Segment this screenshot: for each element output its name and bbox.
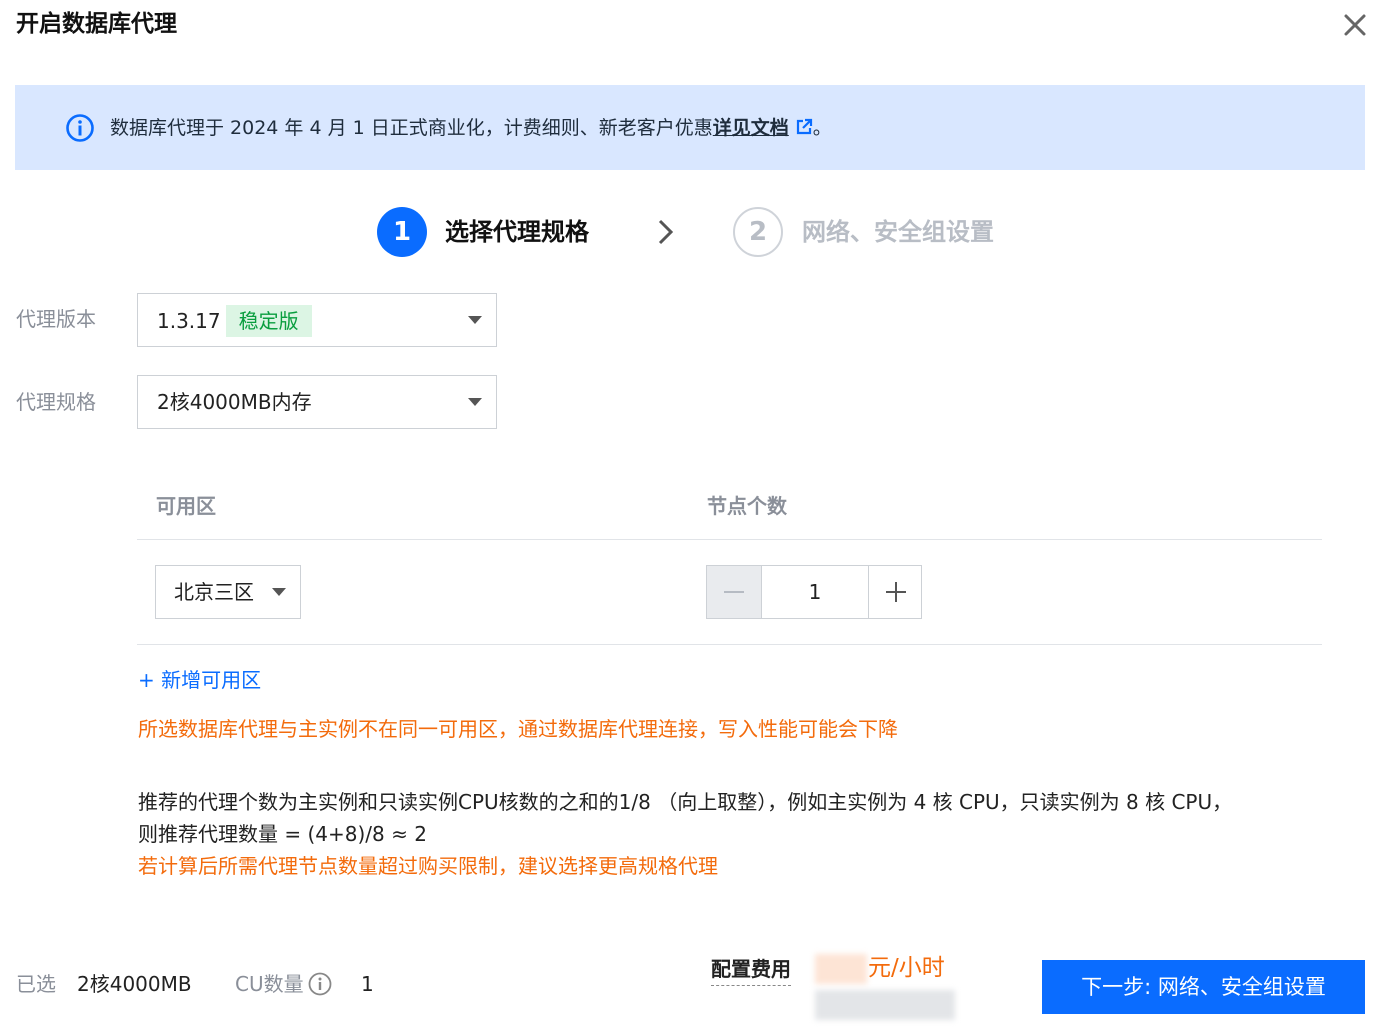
cu-value: 1 bbox=[361, 972, 374, 996]
cu-group: CU数量 bbox=[235, 969, 332, 999]
external-link-icon[interactable] bbox=[795, 118, 813, 136]
zone-select[interactable]: 北京三区 bbox=[155, 565, 301, 619]
zone-warning: 所选数据库代理与主实例不在同一可用区，通过数据库代理连接，写入性能可能会下降 bbox=[138, 717, 898, 741]
step-2-label: 网络、安全组设置 bbox=[802, 218, 994, 246]
fee-detail-redacted bbox=[815, 990, 955, 1020]
table-divider bbox=[137, 644, 1322, 645]
chevron-right-icon bbox=[658, 219, 674, 245]
close-icon[interactable] bbox=[1340, 10, 1370, 40]
info-icon bbox=[66, 114, 94, 142]
zone-value: 北京三区 bbox=[174, 580, 254, 604]
spec-label: 代理规格 bbox=[16, 390, 96, 414]
fee-amount-redacted bbox=[815, 954, 867, 984]
chevron-down-icon bbox=[468, 398, 482, 406]
notice-text-line: 数据库代理于 2024 年 4 月 1 日正式商业化，计费细则、新老客户优惠详见… bbox=[110, 112, 832, 144]
selected-label: 已选 bbox=[16, 972, 56, 996]
nodes-column-header: 节点个数 bbox=[707, 494, 787, 518]
info-icon[interactable] bbox=[308, 972, 332, 996]
next-step-button[interactable]: 下一步: 网络、安全组设置 bbox=[1042, 960, 1365, 1014]
increase-button[interactable] bbox=[868, 566, 922, 618]
zone-column-header: 可用区 bbox=[156, 494, 216, 518]
version-value: 1.3.17 bbox=[157, 309, 221, 333]
doc-link[interactable]: 详见文档 bbox=[713, 117, 789, 139]
cu-label: CU数量 bbox=[235, 972, 304, 996]
chevron-down-icon bbox=[272, 588, 286, 596]
recommend-warning: 若计算后所需代理节点数量超过购买限制，建议选择更高规格代理 bbox=[138, 854, 718, 878]
fee-unit: 元/小时 bbox=[868, 955, 945, 981]
version-select[interactable]: 1.3.17 稳定版 bbox=[137, 293, 497, 347]
spec-select[interactable]: 2核4000MB内存 bbox=[137, 375, 497, 429]
notice-banner: 数据库代理于 2024 年 4 月 1 日正式商业化，计费细则、新老客户优惠详见… bbox=[15, 85, 1365, 170]
version-label: 代理版本 bbox=[16, 307, 96, 331]
selected-value: 2核4000MB bbox=[77, 972, 192, 996]
step-1-number: 1 bbox=[377, 207, 427, 257]
notice-suffix: 。 bbox=[812, 117, 832, 139]
notice-text: 数据库代理于 2024 年 4 月 1 日正式商业化，计费细则、新老客户优惠 bbox=[110, 117, 713, 139]
decrease-button[interactable] bbox=[707, 566, 762, 618]
step-1-label: 选择代理规格 bbox=[445, 218, 589, 246]
step-2-number: 2 bbox=[733, 207, 783, 257]
chevron-down-icon bbox=[468, 316, 482, 324]
node-count-stepper[interactable]: 1 bbox=[706, 565, 922, 619]
fee-label[interactable]: 配置费用 bbox=[711, 955, 791, 986]
recommend-text-2: 则推荐代理数量 = (4+8)/8 ≈ 2 bbox=[138, 822, 427, 846]
stable-badge: 稳定版 bbox=[225, 305, 312, 337]
recommend-text-1: 推荐的代理个数为主实例和只读实例CPU核数的之和的1/8 （向上取整），例如主实… bbox=[138, 790, 1233, 814]
table-divider bbox=[137, 539, 1322, 540]
spec-value: 2核4000MB内存 bbox=[157, 390, 312, 414]
dialog-title: 开启数据库代理 bbox=[16, 11, 177, 37]
add-zone-link[interactable]: + 新增可用区 bbox=[138, 665, 261, 695]
node-count-value[interactable]: 1 bbox=[762, 577, 868, 607]
